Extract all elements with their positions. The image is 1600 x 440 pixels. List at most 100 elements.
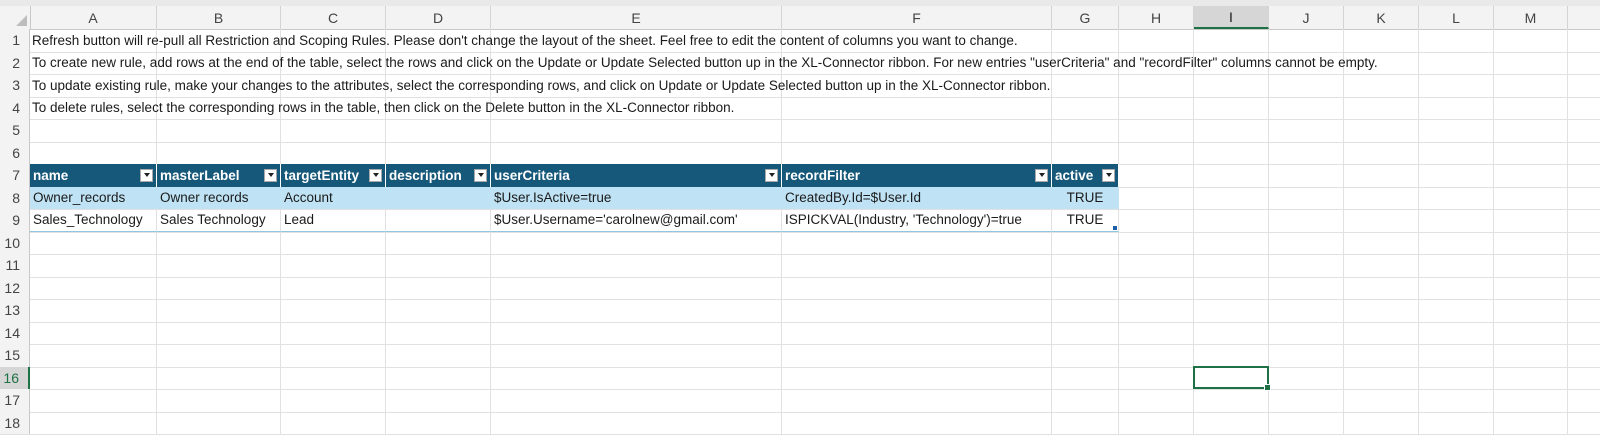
cell-i3[interactable] xyxy=(1194,74,1269,97)
cell-l15[interactable] xyxy=(1419,344,1494,367)
cell-b11[interactable] xyxy=(157,254,281,277)
cell-l3[interactable] xyxy=(1419,74,1494,97)
row-header-15[interactable]: 15 xyxy=(0,344,30,367)
cell-h8[interactable] xyxy=(1119,186,1194,209)
column-header-h[interactable]: H xyxy=(1119,6,1194,29)
cell-k14[interactable] xyxy=(1344,321,1419,344)
active-cell-selection[interactable] xyxy=(1193,365,1271,391)
cell-c10[interactable] xyxy=(281,231,386,254)
cell-a8[interactable]: Owner_records xyxy=(30,186,157,209)
cell-b12[interactable] xyxy=(157,276,281,299)
cell-e11[interactable] xyxy=(491,254,782,277)
filter-dropdown-button[interactable] xyxy=(140,168,153,182)
row-header-3[interactable]: 3 xyxy=(0,74,30,97)
cell-j16[interactable] xyxy=(1269,366,1344,389)
cell-a16[interactable] xyxy=(30,366,157,389)
cell-c15[interactable] xyxy=(281,344,386,367)
cell-g11[interactable] xyxy=(1052,254,1119,277)
table-header-recordFilter[interactable]: recordFilter xyxy=(782,164,1052,187)
cell-i6[interactable] xyxy=(1194,141,1269,164)
cell-i12[interactable] xyxy=(1194,276,1269,299)
column-header-m[interactable]: M xyxy=(1494,6,1568,29)
cell-g10[interactable] xyxy=(1052,231,1119,254)
cell-b16[interactable] xyxy=(157,366,281,389)
cell-j4[interactable] xyxy=(1269,96,1344,119)
cell-e8[interactable]: $User.IsActive=true xyxy=(491,186,782,209)
cell-e9[interactable]: $User.Username='carolnew@gmail.com' xyxy=(491,209,782,232)
cell-a18[interactable] xyxy=(30,411,157,434)
cell-b5[interactable] xyxy=(157,119,281,142)
cell-f14[interactable] xyxy=(782,321,1052,344)
cell-m13[interactable] xyxy=(1494,299,1568,322)
row-header-13[interactable]: 13 xyxy=(0,299,30,322)
table-header-name[interactable]: name xyxy=(30,164,157,187)
cell-i11[interactable] xyxy=(1194,254,1269,277)
row-header-11[interactable]: 11 xyxy=(0,254,30,277)
cell-l13[interactable] xyxy=(1419,299,1494,322)
cell-e14[interactable] xyxy=(491,321,782,344)
cell-m10[interactable] xyxy=(1494,231,1568,254)
column-header-f[interactable]: F xyxy=(782,6,1052,29)
cell-k11[interactable] xyxy=(1344,254,1419,277)
cell-k7[interactable] xyxy=(1344,164,1419,187)
cell-g3[interactable] xyxy=(1052,74,1119,97)
cell-j8[interactable] xyxy=(1269,186,1344,209)
cell-m12[interactable] xyxy=(1494,276,1568,299)
cell-l10[interactable] xyxy=(1419,231,1494,254)
filter-dropdown-button[interactable] xyxy=(1102,168,1115,182)
cell-i7[interactable] xyxy=(1194,164,1269,187)
cell-k13[interactable] xyxy=(1344,299,1419,322)
cell-h14[interactable] xyxy=(1119,321,1194,344)
cell-a13[interactable] xyxy=(30,299,157,322)
cell-m15[interactable] xyxy=(1494,344,1568,367)
column-header-l[interactable]: L xyxy=(1419,6,1494,29)
cell-i9[interactable] xyxy=(1194,209,1269,232)
cell-g13[interactable] xyxy=(1052,299,1119,322)
column-header-c[interactable]: C xyxy=(281,6,386,29)
table-header-targetEntity[interactable]: targetEntity xyxy=(281,164,386,187)
cell-j1[interactable] xyxy=(1269,29,1344,52)
cell-m16[interactable] xyxy=(1494,366,1568,389)
cell-m9[interactable] xyxy=(1494,209,1568,232)
cell-k12[interactable] xyxy=(1344,276,1419,299)
cell-d12[interactable] xyxy=(386,276,491,299)
cell-c13[interactable] xyxy=(281,299,386,322)
row-header-16[interactable]: 16 xyxy=(0,366,30,389)
cell-a17[interactable] xyxy=(30,389,157,412)
cell-m11[interactable] xyxy=(1494,254,1568,277)
cell-k16[interactable] xyxy=(1344,366,1419,389)
cell-a6[interactable] xyxy=(30,141,157,164)
cell-h4[interactable] xyxy=(1119,96,1194,119)
cell-d11[interactable] xyxy=(386,254,491,277)
cell-j9[interactable] xyxy=(1269,209,1344,232)
cell-f11[interactable] xyxy=(782,254,1052,277)
cell-b14[interactable] xyxy=(157,321,281,344)
cell-f10[interactable] xyxy=(782,231,1052,254)
cell-f6[interactable] xyxy=(782,141,1052,164)
table-header-userCriteria[interactable]: userCriteria xyxy=(491,164,782,187)
cell-f4[interactable] xyxy=(782,96,1052,119)
cell-h10[interactable] xyxy=(1119,231,1194,254)
cell-i8[interactable] xyxy=(1194,186,1269,209)
cell-l12[interactable] xyxy=(1419,276,1494,299)
cell-i15[interactable] xyxy=(1194,344,1269,367)
cell-i5[interactable] xyxy=(1194,119,1269,142)
cell-j11[interactable] xyxy=(1269,254,1344,277)
cell-h3[interactable] xyxy=(1119,74,1194,97)
cell-d14[interactable] xyxy=(386,321,491,344)
cell-c11[interactable] xyxy=(281,254,386,277)
cell-i18[interactable] xyxy=(1194,411,1269,434)
cell-e16[interactable] xyxy=(491,366,782,389)
cell-f12[interactable] xyxy=(782,276,1052,299)
column-header-g[interactable]: G xyxy=(1052,6,1119,29)
cell-d6[interactable] xyxy=(386,141,491,164)
row-header-12[interactable]: 12 xyxy=(0,276,30,299)
cell-f9[interactable]: ISPICKVAL(Industry, 'Technology')=true xyxy=(782,209,1052,232)
cell-e18[interactable] xyxy=(491,411,782,434)
cell-d17[interactable] xyxy=(386,389,491,412)
cell-a9[interactable]: Sales_Technology xyxy=(30,209,157,232)
filter-dropdown-button[interactable] xyxy=(369,168,382,182)
cell-m3[interactable] xyxy=(1494,74,1568,97)
filter-dropdown-button[interactable] xyxy=(765,168,778,182)
cell-g6[interactable] xyxy=(1052,141,1119,164)
